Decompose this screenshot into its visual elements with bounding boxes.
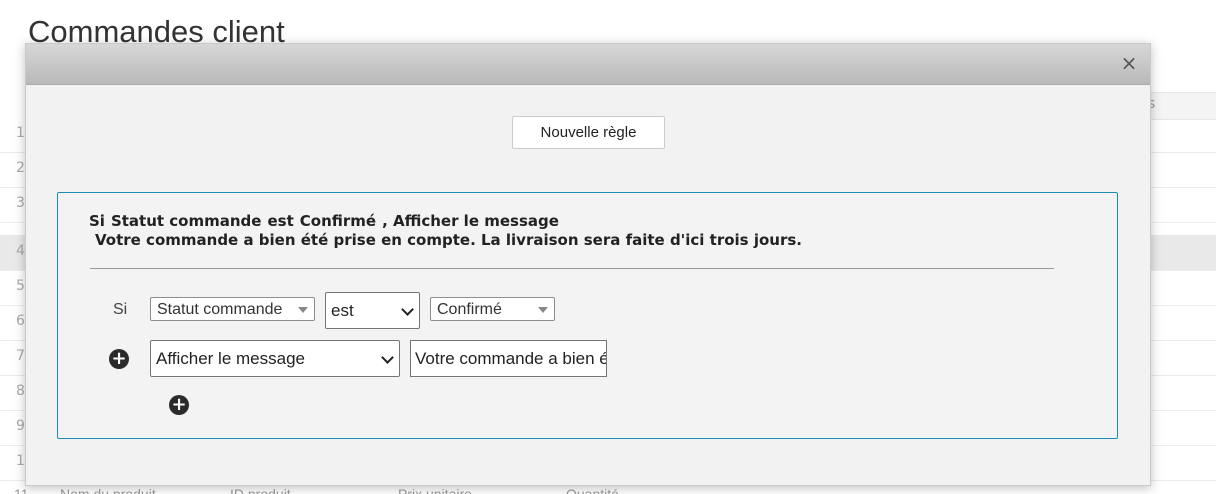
row-number: 9 <box>16 418 25 434</box>
condition-value-select[interactable]: Confirmé <box>430 297 555 321</box>
summary-operator: est <box>267 212 294 230</box>
chevron-down-icon <box>401 302 414 316</box>
action-type-select[interactable]: Afficher le message <box>150 340 400 377</box>
rule-dialog: × Nouvelle règle Si Statut commande est Con… <box>25 43 1151 486</box>
row-number: 7 <box>16 348 25 364</box>
condition-value-text: Confirmé <box>437 301 502 318</box>
column-header[interactable]: Quantité <box>566 486 619 494</box>
page-title: Commandes client <box>28 14 680 45</box>
row-number: 4 <box>16 243 25 259</box>
condition-if-label: Si <box>113 301 128 318</box>
add-action-icon[interactable]: + <box>169 395 189 415</box>
row-number: 8 <box>16 383 25 399</box>
chevron-down-icon <box>381 350 394 364</box>
row-number: 5 <box>16 278 25 294</box>
message-input[interactable]: Votre commande a bien été prise en compt… <box>410 340 607 377</box>
summary-message: Votre commande a bien été prise en compt… <box>95 231 802 249</box>
row-number: 1 <box>16 125 25 141</box>
new-rule-button[interactable]: Nouvelle règle <box>512 116 665 149</box>
close-icon[interactable]: × <box>1120 53 1138 73</box>
summary-if: Si <box>89 212 105 230</box>
column-header[interactable]: ID produit <box>230 486 291 494</box>
column-header[interactable]: Nom du produit <box>60 486 156 494</box>
rule-summary: Si Statut commande est Confirmé , Afficher l… <box>89 212 802 250</box>
row-number: 6 <box>16 313 25 329</box>
action-type-value: Afficher le message <box>156 349 305 368</box>
condition-field-value: Statut commande <box>157 301 283 318</box>
row-number: 11 <box>14 486 29 494</box>
rule-summary-line: Si Statut commande est Confirmé , Afficher l… <box>89 212 802 231</box>
summary-action: , Afficher le message <box>382 212 559 230</box>
dropdown-arrow-icon <box>298 307 308 313</box>
table-header-fragment: s <box>1148 92 1216 120</box>
summary-field: Statut commande <box>110 212 262 230</box>
dialog-titlebar[interactable]: × <box>26 44 1150 85</box>
condition-operator-value: est <box>331 301 354 320</box>
row-number: 3 <box>16 195 25 211</box>
add-condition-icon[interactable]: + <box>109 349 129 369</box>
summary-value: Confirmé <box>299 212 377 230</box>
dropdown-arrow-icon <box>538 307 548 313</box>
condition-field-select[interactable]: Statut commande <box>150 297 315 321</box>
condition-operator-select[interactable]: est <box>325 292 420 329</box>
column-header[interactable]: Prix unitaire <box>398 486 472 494</box>
rule-card: Si Statut commande est Confirmé , Afficher l… <box>57 192 1118 439</box>
row-number: 2 <box>16 160 25 176</box>
divider <box>90 268 1054 269</box>
